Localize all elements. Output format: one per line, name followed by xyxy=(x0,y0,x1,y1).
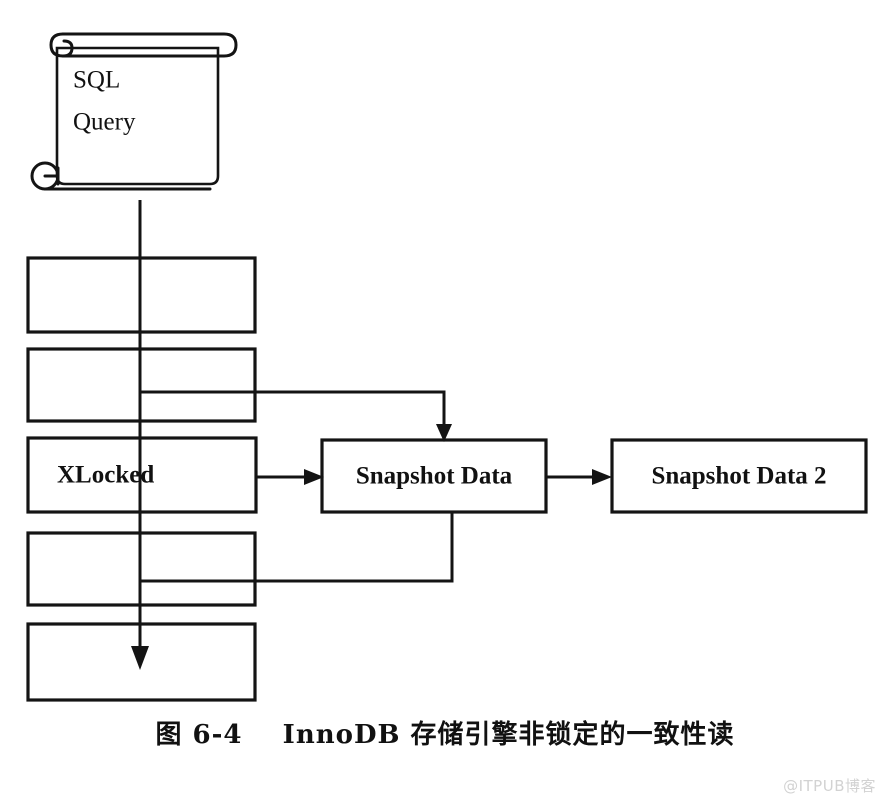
left-column-group: XLocked xyxy=(26,256,258,702)
figure-caption-wrap: 图 6-4 InnoDB 存储引擎非锁定的一致性读 xyxy=(0,714,890,751)
figure-root: SQL Query XLocked Snapshot Data Snapshot… xyxy=(0,0,890,804)
innodb-consistent-read-diagram: SQL Query XLocked Snapshot Data Snapshot… xyxy=(26,32,868,702)
node-sql-query: SQL Query xyxy=(30,32,238,191)
sql-query-label-line2: Query xyxy=(73,109,136,136)
connector-snapshot-data-to-snapshot-data-2 xyxy=(546,469,612,485)
snapshot-data-label: Snapshot Data xyxy=(356,463,513,490)
watermark: @ITPUB博客 xyxy=(783,777,876,795)
snapshot-data-2-label: Snapshot Data 2 xyxy=(651,463,826,490)
sql-query-label-line1: SQL xyxy=(73,67,120,94)
arrow-head-into-snapshot-data-2-left xyxy=(592,469,612,485)
node-snapshot-data-2: Snapshot Data 2 xyxy=(610,438,868,514)
connector-xlocked-to-snapshot-data xyxy=(256,469,324,485)
figure-caption: 图 6-4 InnoDB 存储引擎非锁定的一致性读 xyxy=(155,720,735,750)
node-snapshot-data: Snapshot Data xyxy=(320,438,548,514)
